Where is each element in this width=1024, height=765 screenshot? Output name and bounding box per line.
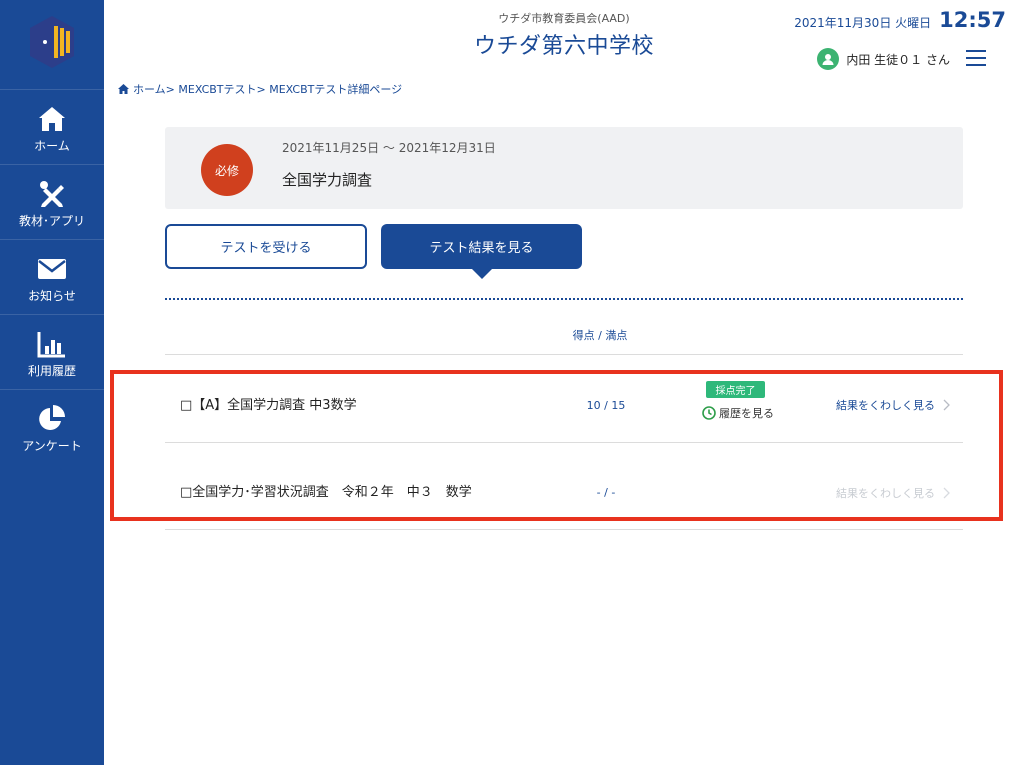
- sidebar-item-materials[interactable]: 教材･アプリ: [0, 164, 104, 239]
- sidebar-item-label: 教材･アプリ: [18, 214, 85, 228]
- divider: [165, 354, 963, 355]
- chevron-right-icon: [943, 487, 950, 499]
- breadcrumb: ホーム > MEXCBTテスト > MEXCBTテスト詳細ページ: [118, 81, 402, 97]
- test-title: 全国学力調査: [282, 171, 373, 189]
- test-info-card: 必修 2021年11月25日 〜 2021年12月31日 全国学力調査: [165, 127, 963, 209]
- breadcrumb-separator: >: [256, 82, 266, 96]
- breadcrumb-home[interactable]: ホーム: [133, 81, 166, 97]
- sidebar-item-notices[interactable]: お知らせ: [0, 239, 104, 314]
- view-details-link[interactable]: 結果をくわしく見る: [836, 397, 950, 413]
- home-icon: [36, 104, 68, 134]
- graded-status-badge: 採点完了: [706, 381, 765, 398]
- bar-chart-icon: [36, 329, 68, 359]
- sidebar-item-label: ホーム: [34, 139, 70, 153]
- user-avatar-icon: [817, 48, 840, 70]
- required-badge: 必修: [201, 144, 253, 196]
- sidebar: ホーム 教材･アプリ お知らせ 利用履歴 アンケート: [0, 0, 104, 765]
- result-row-title: □全国学力･学習状況調査 令和２年 中３ 数学: [180, 485, 472, 500]
- divider: [165, 442, 963, 443]
- sidebar-item-label: お知らせ: [28, 289, 76, 303]
- sidebar-item-usage-history[interactable]: 利用履歴: [0, 314, 104, 389]
- result-row-score: 10 / 15: [586, 399, 626, 412]
- breadcrumb-current: MEXCBTテスト詳細ページ: [269, 83, 403, 96]
- date-time: 2021年11月30日 火曜日 12:57: [794, 8, 1006, 32]
- current-date: 2021年11月30日 火曜日: [794, 16, 932, 30]
- sidebar-item-label: アンケート: [22, 439, 82, 453]
- breadcrumb-mexcbt-test[interactable]: MEXCBTテスト: [178, 81, 256, 97]
- view-history-link[interactable]: 履歴を見る: [702, 405, 774, 421]
- test-period: 2021年11月25日 〜 2021年12月31日: [282, 141, 496, 155]
- sidebar-item-home[interactable]: ホーム: [0, 89, 104, 164]
- score-column-header: 得点 / 満点: [572, 329, 628, 342]
- user-name: 内田 生徒０１ さん: [846, 52, 950, 67]
- divider: [165, 298, 963, 300]
- sidebar-item-survey[interactable]: アンケート: [0, 389, 104, 464]
- current-time: 12:57: [939, 8, 1006, 32]
- result-row-title: □【A】全国学力調査 中3数学: [180, 398, 357, 413]
- view-details-link: 結果をくわしく見る: [836, 485, 950, 501]
- result-row-score: - / -: [596, 486, 616, 499]
- tools-icon: [36, 179, 68, 209]
- breadcrumb-separator: >: [165, 82, 175, 96]
- view-results-button[interactable]: テスト結果を見る: [381, 224, 582, 269]
- user-info[interactable]: 内田 生徒０１ さん: [817, 48, 950, 70]
- divider: [165, 529, 963, 530]
- menu-icon[interactable]: [966, 50, 986, 66]
- breadcrumb-home-icon: [118, 84, 129, 94]
- active-tab-pointer: [471, 268, 493, 279]
- sidebar-item-label: 利用履歴: [27, 364, 76, 378]
- pie-chart-icon: [36, 404, 68, 434]
- view-details-label: 結果をくわしく見る: [836, 487, 935, 500]
- take-test-button[interactable]: テストを受ける: [165, 224, 367, 269]
- clock-icon: [702, 406, 716, 420]
- mail-icon: [36, 254, 68, 284]
- view-details-label: 結果をくわしく見る: [836, 399, 935, 412]
- app-logo[interactable]: [28, 15, 76, 69]
- view-history-label: 履歴を見る: [719, 407, 774, 420]
- chevron-right-icon: [943, 399, 950, 411]
